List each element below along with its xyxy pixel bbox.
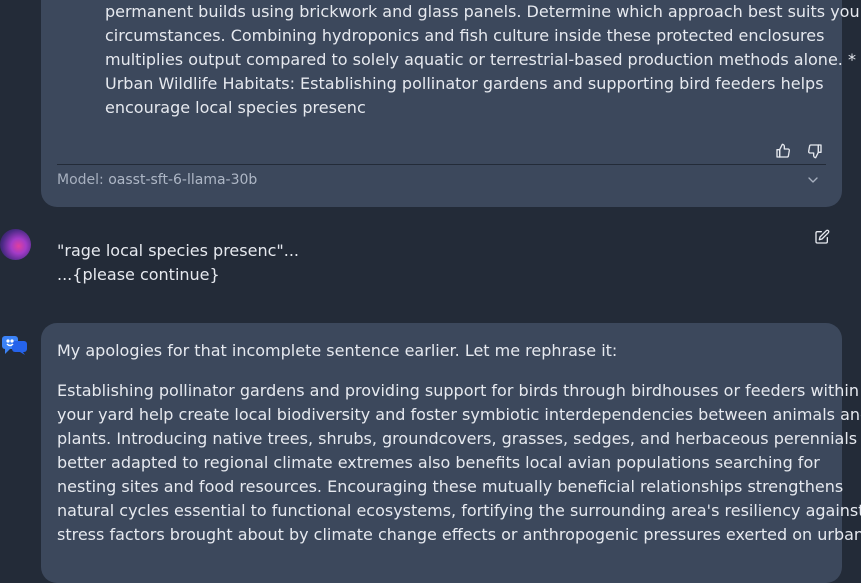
- message-line: stress factors brought about by climate …: [57, 525, 861, 544]
- model-info: Model: oasst-sft-6-llama-30b: [57, 172, 257, 188]
- rating-actions: [774, 142, 824, 160]
- message-line: plants. Introducing native trees, shrubs…: [57, 429, 858, 448]
- model-label: Model:: [57, 172, 104, 188]
- assistant-avatar: [2, 334, 28, 356]
- user-message-line: ...{please continue}: [57, 265, 220, 284]
- assistant-message-text: My apologies for that incomplete sentenc…: [57, 339, 861, 563]
- assistant-message-card: permanent builds using brickwork and gla…: [41, 0, 861, 207]
- user-message-line: "rage local species presenc"...: [57, 241, 299, 260]
- assistant-message-text: permanent builds using brickwork and gla…: [105, 0, 861, 120]
- message-paragraph: Establishing pollinator gardens and prov…: [57, 379, 861, 547]
- message-line: circumstances. Combining hydroponics and…: [105, 26, 825, 45]
- message-line: multiplies output compared to solely aqu…: [105, 50, 856, 69]
- chevron-down-icon[interactable]: [804, 171, 822, 189]
- message-line: nesting sites and food resources. Encour…: [57, 477, 844, 496]
- user-avatar: [0, 229, 31, 260]
- thumbs-down-icon[interactable]: [806, 142, 824, 160]
- message-paragraph: My apologies for that incomplete sentenc…: [57, 341, 618, 360]
- message-line: permanent builds using brickwork and gla…: [105, 2, 861, 21]
- message-line: encourage local species presenc: [105, 98, 366, 117]
- divider: [57, 164, 826, 165]
- message-line: Urban Wildlife Habitats: Establishing po…: [105, 74, 824, 93]
- message-line: your yard help create local biodiversity…: [57, 405, 861, 424]
- message-line: natural cycles essential to functional e…: [57, 501, 861, 520]
- user-message: "rage local species presenc"... ...{plea…: [57, 239, 299, 287]
- assistant-message-card: My apologies for that incomplete sentenc…: [41, 323, 861, 583]
- model-name: oasst-sft-6-llama-30b: [108, 172, 258, 188]
- edit-icon[interactable]: [813, 228, 831, 246]
- thumbs-up-icon[interactable]: [774, 142, 792, 160]
- message-line: Establishing pollinator gardens and prov…: [57, 381, 859, 400]
- message-line: better adapted to regional climate extre…: [57, 453, 820, 472]
